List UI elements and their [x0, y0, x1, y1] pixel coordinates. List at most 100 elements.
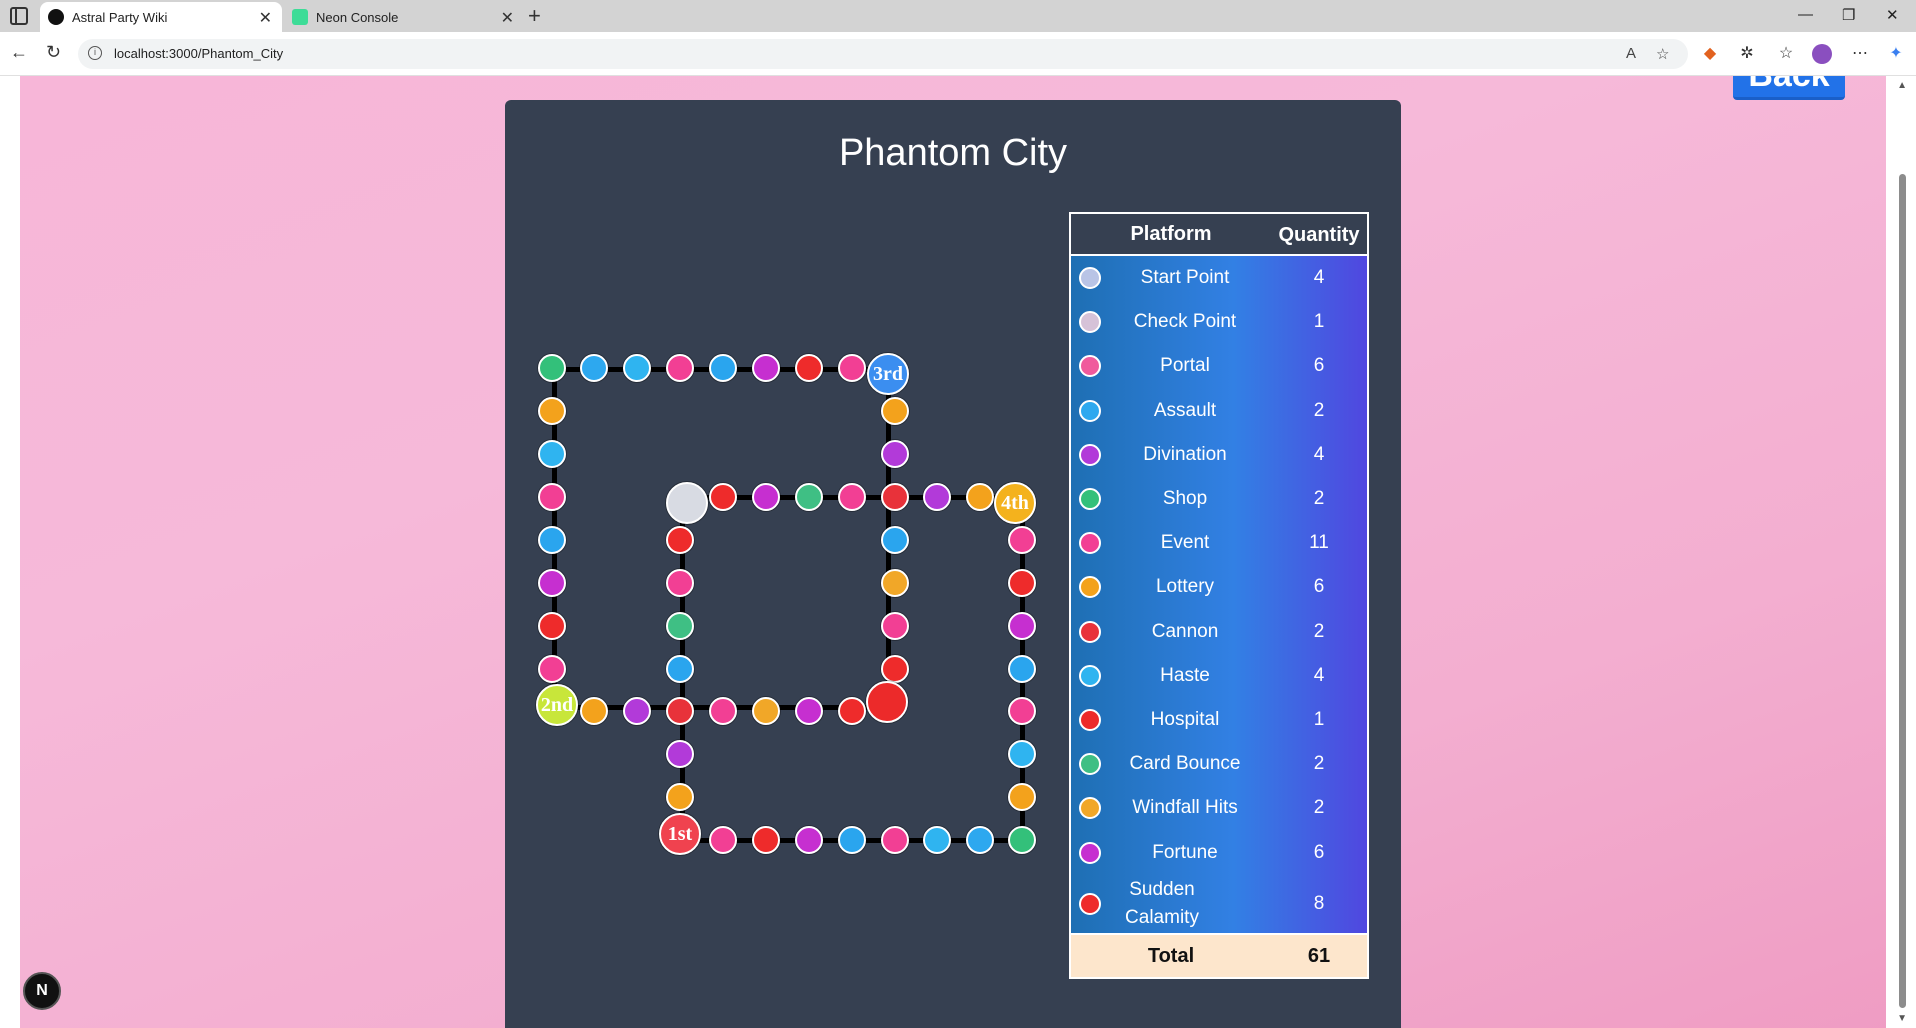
- table-header: Platform Quantity: [1071, 214, 1367, 256]
- lottery-platform[interactable]: [881, 397, 909, 425]
- windfall-platform[interactable]: [752, 697, 780, 725]
- minimize-icon[interactable]: —: [1798, 6, 1813, 23]
- start-point-4th[interactable]: 4th: [994, 482, 1036, 524]
- platform-name: Fortune: [1152, 841, 1218, 863]
- divination-platform[interactable]: [923, 483, 951, 511]
- shop-platform[interactable]: [1008, 826, 1036, 854]
- tab-actions-icon[interactable]: [10, 7, 28, 25]
- hospital-platform[interactable]: [866, 681, 908, 723]
- fortune-platform[interactable]: [752, 354, 780, 382]
- haste-platform[interactable]: [623, 354, 651, 382]
- calamity-platform[interactable]: [666, 526, 694, 554]
- info-icon[interactable]: i: [88, 46, 102, 60]
- calamity-platform[interactable]: [1008, 569, 1036, 597]
- table-row: Lottery 6: [1071, 565, 1367, 609]
- metamask-icon[interactable]: ◆: [1700, 44, 1720, 64]
- window-close-icon[interactable]: ✕: [1886, 6, 1899, 24]
- event-platform[interactable]: [838, 483, 866, 511]
- copilot-icon[interactable]: ✦: [1886, 44, 1906, 64]
- event-platform[interactable]: [838, 354, 866, 382]
- tab-astral-party-wiki[interactable]: Astral Party Wiki ✕: [40, 2, 282, 32]
- windfall-platform[interactable]: [881, 569, 909, 597]
- calamity-platform[interactable]: [752, 826, 780, 854]
- shop-platform[interactable]: [538, 354, 566, 382]
- event-platform[interactable]: [538, 655, 566, 683]
- portal-platform[interactable]: [538, 526, 566, 554]
- calamity-platform[interactable]: [838, 697, 866, 725]
- assault-platform[interactable]: [966, 826, 994, 854]
- platform-quantity: 2: [1313, 753, 1325, 775]
- portal-platform[interactable]: [709, 354, 737, 382]
- extensions-icon[interactable]: ✲: [1737, 44, 1757, 64]
- close-icon[interactable]: ✕: [501, 8, 514, 28]
- calamity-platform[interactable]: [538, 612, 566, 640]
- event-platform[interactable]: [709, 826, 737, 854]
- check-point-platform[interactable]: [666, 482, 708, 524]
- fortune-platform[interactable]: [538, 569, 566, 597]
- event-platform[interactable]: [1008, 526, 1036, 554]
- close-icon[interactable]: ✕: [259, 8, 272, 28]
- platform-quantity: 6: [1313, 355, 1325, 377]
- nextjs-badge[interactable]: N: [23, 972, 61, 1010]
- fortune-platform[interactable]: [795, 697, 823, 725]
- platform-name: Portal: [1160, 355, 1210, 377]
- event-platform[interactable]: [881, 826, 909, 854]
- portal-platform[interactable]: [1008, 655, 1036, 683]
- read-aloud-icon[interactable]: A: [1626, 45, 1636, 62]
- card-bounce-platform[interactable]: [666, 612, 694, 640]
- event-platform[interactable]: [881, 612, 909, 640]
- back-button[interactable]: Back: [1733, 76, 1845, 100]
- calamity-platform[interactable]: [709, 483, 737, 511]
- fortune-platform[interactable]: [795, 826, 823, 854]
- haste-platform[interactable]: [1008, 740, 1036, 768]
- lottery-platform[interactable]: [580, 697, 608, 725]
- haste-platform[interactable]: [923, 826, 951, 854]
- new-tab-icon[interactable]: +: [528, 3, 541, 29]
- fortune-platform[interactable]: [752, 483, 780, 511]
- start-point-1st[interactable]: 1st: [659, 813, 701, 855]
- cannon-platform[interactable]: [666, 697, 694, 725]
- event-platform[interactable]: [666, 354, 694, 382]
- scroll-up-icon[interactable]: ▲: [1897, 80, 1907, 91]
- restore-icon[interactable]: ❐: [1842, 6, 1855, 24]
- start-point-2nd[interactable]: 2nd: [536, 684, 578, 726]
- lottery-platform[interactable]: [966, 483, 994, 511]
- divination-platform[interactable]: [881, 440, 909, 468]
- calamity-platform[interactable]: [795, 354, 823, 382]
- start-point-3rd[interactable]: 3rd: [867, 353, 909, 395]
- card-bounce-platform[interactable]: [795, 483, 823, 511]
- event-platform[interactable]: [709, 697, 737, 725]
- scrollbar-thumb[interactable]: [1899, 174, 1906, 1008]
- lottery-platform[interactable]: [538, 397, 566, 425]
- url-field[interactable]: i localhost:3000/Phantom_City A ☆: [78, 39, 1688, 69]
- portal-platform[interactable]: [666, 655, 694, 683]
- event-platform[interactable]: [1008, 697, 1036, 725]
- divination-platform[interactable]: [666, 740, 694, 768]
- scrollbar[interactable]: ▲ ▼: [1886, 76, 1916, 1028]
- more-menu-icon[interactable]: ⋯: [1850, 44, 1870, 64]
- portal-platform[interactable]: [838, 826, 866, 854]
- divination-platform[interactable]: [623, 697, 651, 725]
- fortune-platform[interactable]: [1008, 612, 1036, 640]
- favorites-icon[interactable]: ☆: [1776, 44, 1796, 64]
- tab-neon-console[interactable]: Neon Console ✕: [284, 2, 524, 32]
- cannon-platform[interactable]: [881, 483, 909, 511]
- profile-avatar[interactable]: [1812, 44, 1832, 64]
- event-platform[interactable]: [666, 569, 694, 597]
- event-platform[interactable]: [538, 483, 566, 511]
- scroll-down-icon[interactable]: ▼: [1897, 1013, 1907, 1024]
- back-arrow-icon[interactable]: ←: [10, 42, 28, 63]
- favorite-star-icon[interactable]: ☆: [1656, 45, 1669, 63]
- refresh-icon[interactable]: ↻: [46, 42, 61, 63]
- platform-quantity: 4: [1313, 267, 1325, 289]
- platform-name: Start Point: [1140, 267, 1230, 289]
- lottery-platform[interactable]: [666, 783, 694, 811]
- table-body: Start Point 4 Check Point 1 Portal 6 Assault 2 D…: [1071, 256, 1367, 933]
- assault-platform[interactable]: [580, 354, 608, 382]
- lottery-platform[interactable]: [1008, 783, 1036, 811]
- calamity-platform[interactable]: [881, 655, 909, 683]
- portal-platform[interactable]: [881, 526, 909, 554]
- haste-platform[interactable]: [538, 440, 566, 468]
- platform-header: Platform: [1130, 223, 1212, 245]
- platform-quantity: 6: [1313, 576, 1325, 598]
